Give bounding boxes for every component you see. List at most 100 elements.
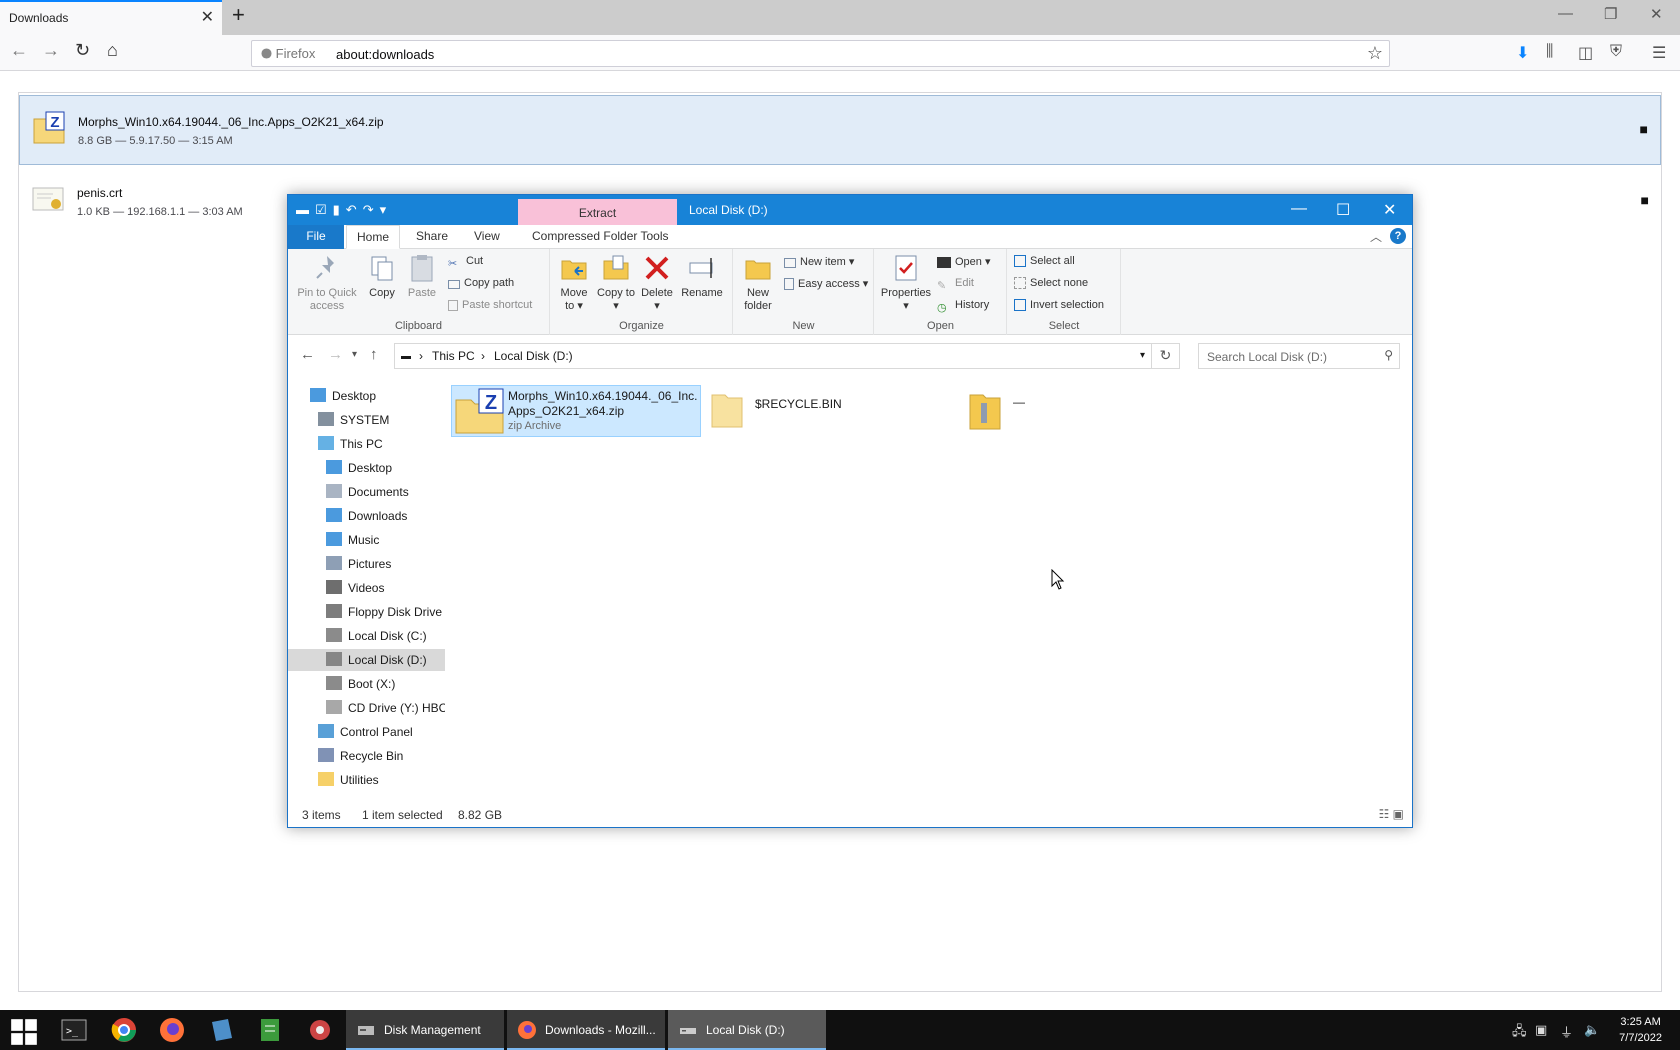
nav-item[interactable]: Music — [288, 529, 445, 551]
copy-path-button[interactable]: Copy path — [448, 277, 514, 289]
file-item-recycle-bin-folder[interactable]: $RECYCLE.BIN — [709, 385, 949, 437]
select-none-button[interactable]: Select none — [1014, 277, 1088, 289]
view-toggle-icons[interactable]: ☷ ▣ — [1379, 807, 1404, 821]
home-icon[interactable]: ⌂ — [107, 40, 118, 61]
explorer-title-bar[interactable]: ▬☑▮↶↷▾ Extract Local Disk (D:) — ☐ ✕ — [288, 195, 1412, 225]
tab-home[interactable]: Home — [346, 225, 401, 249]
url-bar[interactable]: Firefox about:downloads ☆ — [251, 40, 1390, 67]
network-icon[interactable]: 🖧 — [1512, 1022, 1527, 1044]
copy-to-button[interactable]: Copy to ▾ — [597, 253, 635, 313]
taskbar-firefox-downloads[interactable]: Downloads - Mozill... — [507, 1010, 665, 1050]
bookmark-star-icon[interactable]: ☆ — [1367, 43, 1383, 64]
clock[interactable]: 3:25 AM 7/7/2022 — [1619, 1014, 1662, 1046]
tab-downloads[interactable]: Downloads ✕ — [0, 0, 222, 35]
tab-share[interactable]: Share — [406, 225, 458, 249]
url-text[interactable]: about:downloads — [336, 47, 434, 62]
tab-view[interactable]: View — [464, 225, 510, 249]
chrome-icon[interactable] — [110, 1016, 138, 1044]
nav-item[interactable]: Pictures — [288, 553, 445, 575]
menu-icon[interactable]: ☰ — [1652, 43, 1666, 63]
forward-icon[interactable]: → — [42, 40, 60, 61]
copy-button[interactable]: Copy — [364, 253, 400, 300]
forward-icon[interactable]: → — [328, 346, 343, 363]
volume-icon[interactable]: 🔈 — [1584, 1022, 1600, 1038]
tab-extract[interactable]: Extract — [518, 199, 677, 225]
nav-item[interactable]: Desktop — [288, 385, 445, 407]
breadcrumb-local-disk-d[interactable]: Local Disk (D:) — [494, 349, 573, 363]
paste-button[interactable]: Paste — [404, 253, 440, 300]
nav-item[interactable]: Utilities — [288, 769, 445, 791]
usb-icon[interactable]: ⏚ — [1560, 1022, 1573, 1041]
nav-item[interactable]: Control Panel — [288, 721, 445, 743]
restore-icon[interactable]: ❐ — [1604, 5, 1617, 23]
new-folder-button[interactable]: New folder — [738, 253, 778, 313]
library-icon[interactable]: ⫼ — [1546, 43, 1553, 61]
taskbar-local-disk-d[interactable]: Local Disk (D:) — [668, 1010, 826, 1050]
close-icon[interactable]: ✕ — [1383, 200, 1396, 220]
tab-compressed-folder-tools[interactable]: Compressed Folder Tools — [522, 225, 679, 249]
recent-locations-icon[interactable]: ▾ — [352, 349, 357, 360]
nav-item[interactable]: Local Disk (D:) — [288, 649, 445, 671]
nav-item[interactable]: This PC — [288, 433, 445, 455]
taskbar-disk-management[interactable]: Disk Management — [346, 1010, 504, 1050]
open-button[interactable]: Open ▾ — [937, 255, 991, 268]
minimize-icon[interactable]: — — [1291, 200, 1307, 218]
up-icon[interactable]: ↑ — [370, 346, 378, 363]
breadcrumb-separator[interactable]: › — [481, 349, 485, 363]
nav-item[interactable]: Floppy Disk Drive — [288, 601, 445, 623]
file-item-folder[interactable]: — — [967, 385, 1127, 437]
nav-item[interactable]: Videos — [288, 577, 445, 599]
nav-item[interactable]: Downloads — [288, 505, 445, 527]
select-all-button[interactable]: Select all — [1014, 255, 1075, 267]
search-input[interactable]: Search Local Disk (D:) ⚲ — [1198, 343, 1400, 369]
open-folder-icon[interactable]: ■ — [1641, 192, 1649, 208]
nav-item[interactable]: Recycle Bin — [288, 745, 445, 767]
new-item-button[interactable]: New item ▾ — [784, 255, 854, 268]
nav-item[interactable]: Local Disk (C:) — [288, 625, 445, 647]
edit-button[interactable]: ✎ Edit — [937, 277, 974, 293]
nav-item[interactable]: Desktop — [288, 457, 445, 479]
easy-access-button[interactable]: Easy access ▾ — [784, 277, 868, 290]
maximize-icon[interactable]: ☐ — [1336, 200, 1350, 220]
nav-item[interactable]: Documents — [288, 481, 445, 503]
help-icon[interactable]: ? — [1390, 228, 1406, 244]
back-icon[interactable]: ← — [10, 40, 28, 61]
nav-item[interactable]: Boot (X:) — [288, 673, 445, 695]
breadcrumb-separator[interactable]: › — [419, 349, 423, 363]
download-item[interactable]: Z Morphs_Win10.x64.19044._06_Inc.Apps_O2… — [19, 95, 1661, 165]
back-icon[interactable]: ← — [300, 346, 315, 363]
notepad-green-icon[interactable] — [256, 1016, 284, 1044]
settings-tool-icon[interactable] — [306, 1016, 334, 1044]
delete-button[interactable]: Delete ▾ — [639, 253, 675, 313]
address-bar[interactable]: ▬ › This PC › Local Disk (D:) ▾ — [394, 343, 1152, 369]
move-to-button[interactable]: Move to ▾ — [555, 253, 593, 313]
properties-button[interactable]: Properties ▾ — [879, 253, 933, 313]
history-button[interactable]: ◷ History — [937, 299, 989, 315]
pin-quick-access-button[interactable]: Pin to Quick access — [294, 253, 360, 313]
shield-icon[interactable]: ⛨ — [1610, 43, 1622, 61]
windows-start-icon[interactable] — [10, 1018, 38, 1046]
cut-button[interactable]: ✂ Cut — [448, 255, 483, 271]
collapse-ribbon-icon[interactable]: ︿ — [1370, 228, 1382, 245]
nav-item[interactable]: SYSTEM — [288, 409, 445, 431]
downloads-arrow-icon[interactable]: ⬇ — [1516, 43, 1529, 63]
nav-item[interactable]: CD Drive (Y:) HBC — [288, 697, 447, 719]
terminal-icon[interactable]: >_ — [60, 1016, 88, 1044]
rename-button[interactable]: Rename — [679, 253, 725, 300]
quick-access-toolbar[interactable]: ▬☑▮↶↷▾ — [296, 202, 392, 218]
file-item-zip[interactable]: Z Morphs_Win10.x64.19044._06_Inc.Apps_O2… — [451, 385, 701, 437]
minimize-icon[interactable]: — — [1558, 5, 1573, 22]
open-folder-icon[interactable]: ■ — [1640, 121, 1648, 137]
close-window-icon[interactable]: ✕ — [1650, 5, 1663, 23]
firefox-icon[interactable] — [158, 1016, 186, 1044]
identity-label[interactable]: Firefox — [261, 46, 315, 61]
tray-app-icon[interactable]: ▣ — [1535, 1022, 1547, 1038]
tab-close-icon[interactable]: ✕ — [201, 7, 214, 27]
invert-selection-button[interactable]: Invert selection — [1014, 299, 1104, 311]
sidebar-icon[interactable]: ◫ — [1578, 43, 1593, 63]
breadcrumb-this-pc[interactable]: This PC — [432, 349, 475, 363]
reload-icon[interactable]: ↻ — [75, 40, 90, 61]
app-book-icon[interactable] — [208, 1016, 236, 1044]
paste-shortcut-button[interactable]: Paste shortcut — [448, 299, 532, 311]
refresh-icon[interactable]: ↻ — [1152, 343, 1180, 369]
